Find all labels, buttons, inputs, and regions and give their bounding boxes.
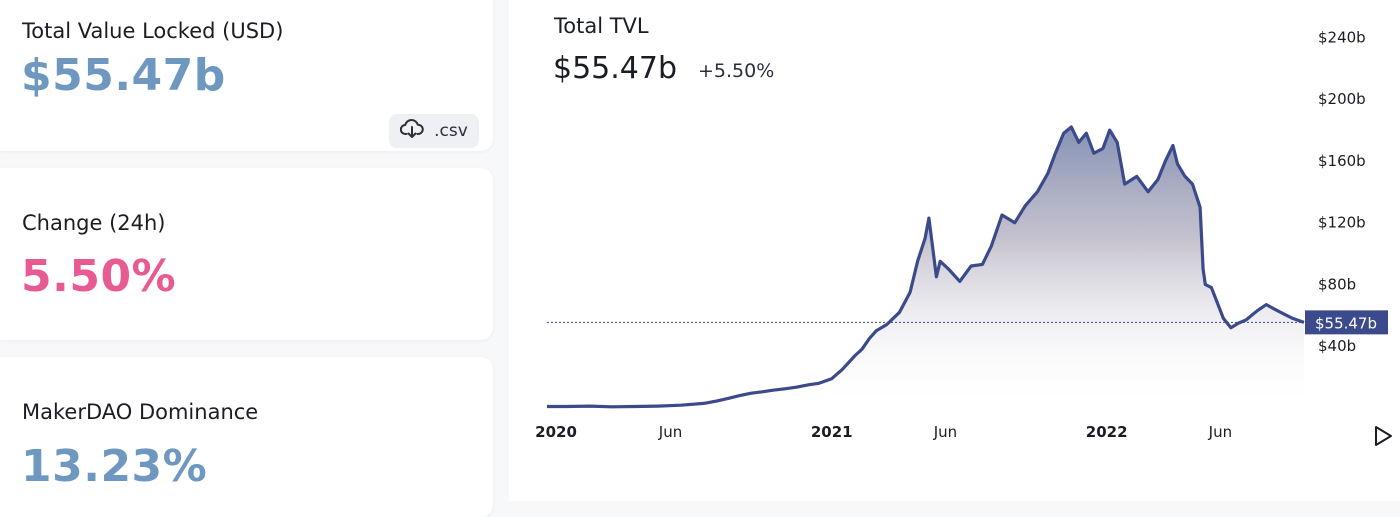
play-icon[interactable] (1373, 424, 1395, 448)
x-tick-label: Jun (658, 423, 682, 441)
tvl-area (547, 127, 1304, 408)
current-value-label: $55.47b (1315, 314, 1377, 332)
y-tick-label: $200b (1318, 90, 1366, 108)
x-tick-label: Jun (1208, 423, 1232, 441)
x-tick-label: Jun (933, 423, 957, 441)
x-tick-label: 2020 (535, 423, 577, 441)
y-tick-label: $240b (1318, 28, 1366, 46)
y-tick-label: $40b (1318, 337, 1356, 355)
tvl-chart[interactable]: $55.47b $40b $80b $120b $160b $200b $240b 202… (0, 0, 1400, 501)
y-tick-label: $120b (1318, 214, 1366, 232)
y-tick-label: $160b (1318, 152, 1366, 170)
y-tick-label: $80b (1318, 275, 1356, 293)
x-tick-label: 2021 (811, 423, 853, 441)
x-tick-label: 2022 (1086, 423, 1128, 441)
